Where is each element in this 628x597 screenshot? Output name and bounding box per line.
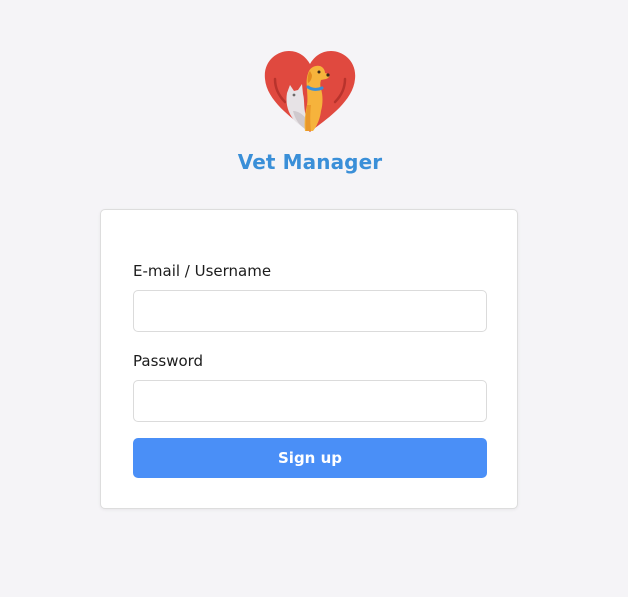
login-page: Vet Manager E-mail / Username Password S…: [0, 0, 628, 597]
heart-cat-dog-logo-icon: [263, 49, 357, 133]
login-card: E-mail / Username Password Sign up: [100, 209, 518, 509]
app-title: Vet Manager: [237, 150, 383, 174]
password-input[interactable]: [133, 380, 487, 422]
password-label: Password: [133, 352, 204, 370]
sign-up-button[interactable]: Sign up: [133, 438, 487, 478]
email-label: E-mail / Username: [133, 262, 272, 280]
email-username-input[interactable]: [133, 290, 487, 332]
